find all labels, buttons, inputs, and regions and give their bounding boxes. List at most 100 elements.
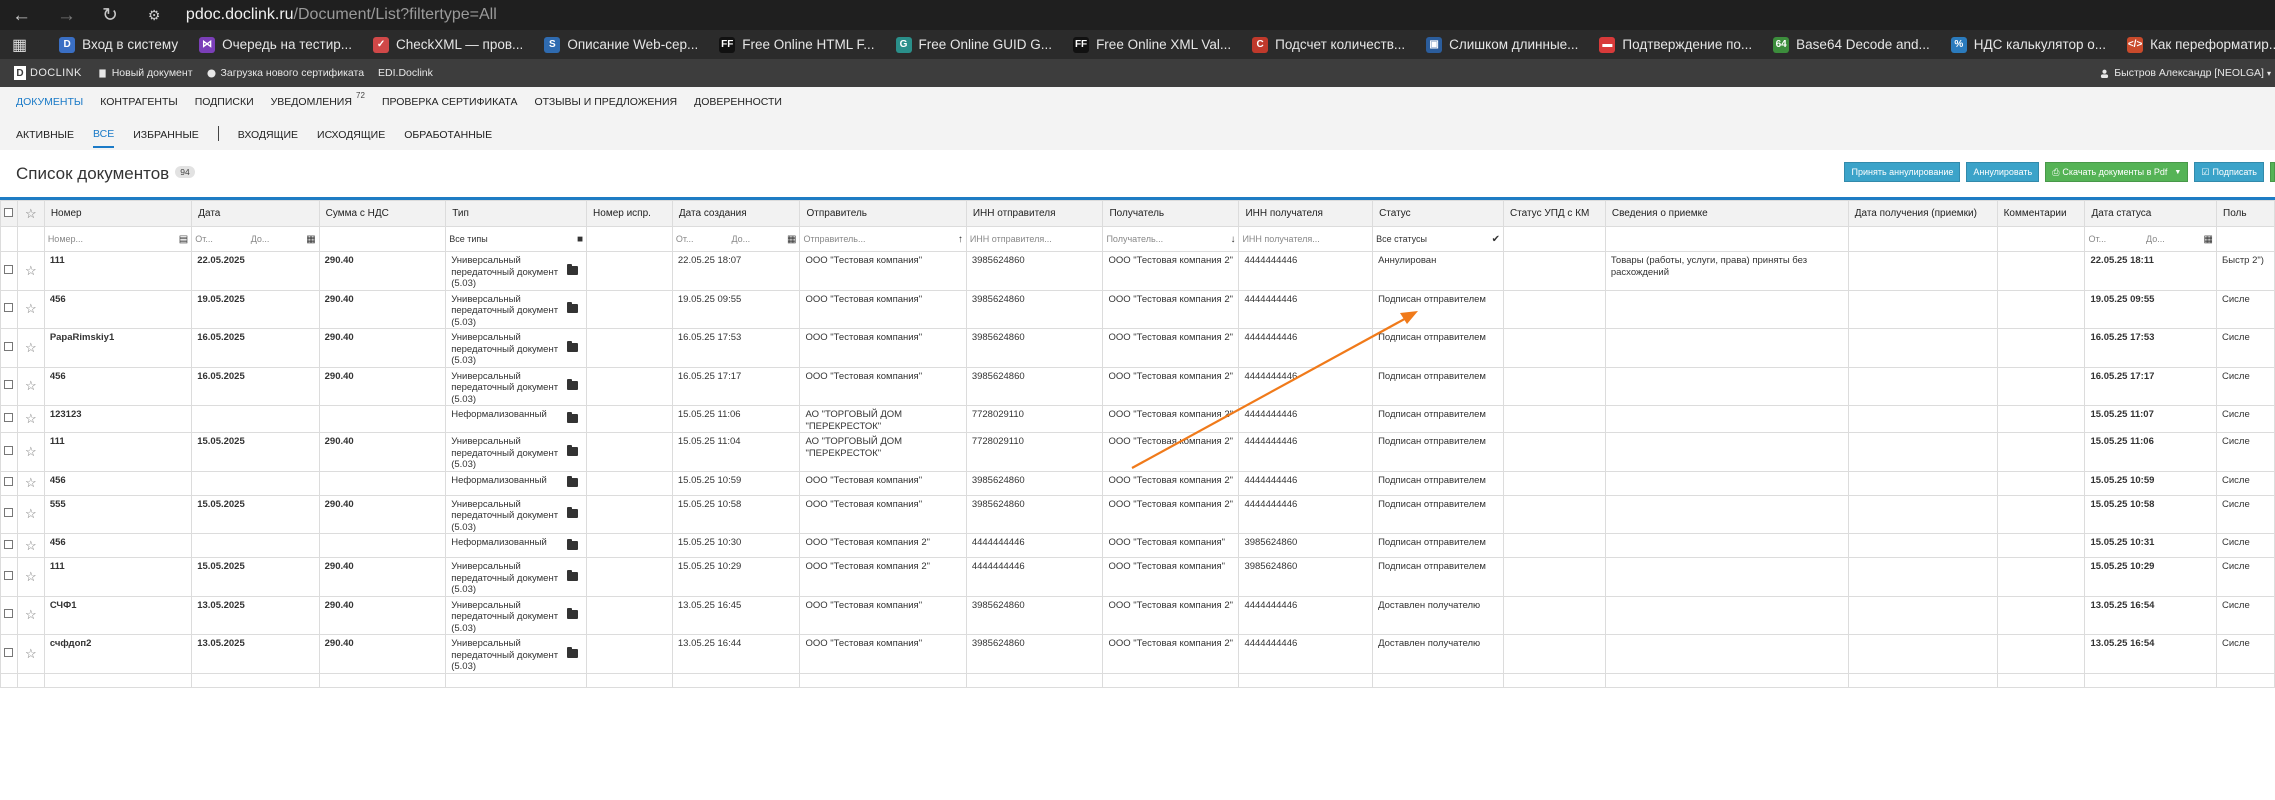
- new-document-link[interactable]: Новый документ: [98, 67, 193, 79]
- bookmark-item[interactable]: </> Как переформатир...: [2127, 36, 2275, 53]
- nav-powers-of-attorney[interactable]: ДОВЕРЕННОСТИ: [694, 96, 782, 108]
- select-all-checkbox[interactable]: [0, 200, 18, 227]
- folder-icon[interactable]: ■: [577, 234, 583, 245]
- nav-documents[interactable]: ДОКУМЕНТЫ: [16, 96, 83, 108]
- row-checkbox[interactable]: [0, 289, 18, 329]
- col-user[interactable]: Поль: [2216, 200, 2275, 227]
- favorite-star-icon[interactable]: ☆: [16, 595, 45, 635]
- favorite-star-icon[interactable]: ☆: [16, 470, 45, 496]
- number-filter-input[interactable]: Номер...: [48, 234, 175, 244]
- reload-icon[interactable]: ↻: [102, 6, 118, 25]
- row-checkbox[interactable]: [0, 470, 18, 496]
- favorite-star-icon[interactable]: ☆: [16, 533, 45, 558]
- col-number[interactable]: Номер: [43, 200, 193, 227]
- checkmark-icon[interactable]: ✔: [1492, 234, 1500, 245]
- favorite-star-icon[interactable]: ☆: [16, 405, 45, 433]
- bookmark-item[interactable]: 64 Base64 Decode and...: [1773, 36, 1930, 53]
- user-menu[interactable]: Быстров Александр [NEOLGA] ▾: [2100, 67, 2275, 79]
- folder-icon[interactable]: [567, 646, 579, 658]
- col-correction-number[interactable]: Номер испр.: [586, 200, 673, 227]
- table-row[interactable]: ☆ 111 22.05.2025 290.40 Универсальный переда…: [0, 251, 2275, 291]
- col-comments[interactable]: Комментарии: [1996, 200, 2086, 227]
- bookmark-item[interactable]: FF Free Online HTML F...: [719, 36, 875, 53]
- folder-icon[interactable]: [567, 379, 579, 391]
- favorite-star-icon[interactable]: ☆: [16, 200, 45, 227]
- table-row[interactable]: ☆ 123123 Неформализованный 15.05.25 11:06 АО…: [0, 405, 2275, 433]
- table-row[interactable]: ☆ 111 15.05.2025 290.40 Универсальный переда…: [0, 432, 2275, 472]
- sender-filter-input[interactable]: Отправитель...: [803, 234, 953, 244]
- col-status-date[interactable]: Дата статуса: [2084, 200, 2217, 227]
- nav-notifications[interactable]: УВЕДОМЛЕНИЯ 72: [271, 91, 365, 108]
- favorite-star-icon[interactable]: ☆: [16, 289, 45, 329]
- row-checkbox[interactable]: [0, 432, 18, 472]
- date-filter[interactable]: От... До... ▦: [191, 226, 320, 252]
- bookmark-item[interactable]: C Подсчет количеств...: [1252, 36, 1405, 53]
- table-row[interactable]: ☆ 555 15.05.2025 290.40 Универсальный переда…: [0, 494, 2275, 534]
- back-icon[interactable]: ←: [12, 6, 31, 25]
- row-checkbox[interactable]: [0, 595, 18, 635]
- folder-icon[interactable]: [567, 476, 579, 487]
- nav-subscriptions[interactable]: ПОДПИСКИ: [195, 96, 254, 108]
- favorite-star-icon[interactable]: ☆: [16, 366, 45, 406]
- folder-icon[interactable]: [567, 608, 579, 620]
- col-status[interactable]: Статус: [1372, 200, 1504, 227]
- calendar-icon[interactable]: ▦: [787, 234, 796, 245]
- bookmark-item[interactable]: ✓ CheckXML — пров...: [373, 36, 523, 53]
- sort-up-icon[interactable]: ↑: [958, 234, 963, 245]
- site-info-icon[interactable]: ⚙: [148, 7, 164, 23]
- status-date-to-input[interactable]: До...: [2146, 234, 2200, 244]
- col-acceptance[interactable]: Сведения о приемке: [1604, 200, 1849, 227]
- status-filter-select[interactable]: Все статусы: [1376, 234, 1488, 244]
- created-filter[interactable]: От... До... ▦: [671, 226, 801, 252]
- status-date-from-input[interactable]: От...: [2088, 234, 2142, 244]
- favorite-star-icon[interactable]: [16, 672, 45, 688]
- row-checkbox[interactable]: [0, 672, 18, 688]
- favorite-star-icon[interactable]: ☆: [16, 251, 45, 291]
- bookmark-item[interactable]: G Free Online GUID G...: [895, 36, 1052, 53]
- folder-icon[interactable]: [567, 444, 579, 456]
- row-checkbox[interactable]: [0, 494, 18, 534]
- row-checkbox[interactable]: [0, 533, 18, 558]
- created-from-input[interactable]: От...: [676, 234, 728, 244]
- table-row[interactable]: ☆ 456 Неформализованный 15.05.25 10:30 ООО "…: [0, 533, 2275, 558]
- table-row[interactable]: ☆ 456 19.05.2025 290.40 Универсальный переда…: [0, 289, 2275, 329]
- row-checkbox[interactable]: [0, 557, 18, 597]
- number-filter[interactable]: Номер... ▤: [43, 226, 193, 252]
- sender-filter[interactable]: Отправитель... ↑: [799, 226, 967, 252]
- sender-inn-filter-input[interactable]: ИНН отправителя...: [970, 234, 1100, 244]
- row-checkbox[interactable]: [0, 328, 18, 368]
- download-pdf-button[interactable]: ⎙ Скачать документы в Pdf ▼: [2045, 162, 2189, 182]
- apps-grid-icon[interactable]: ▦: [12, 35, 27, 55]
- col-recipient-inn[interactable]: ИНН получателя: [1238, 200, 1374, 227]
- folder-icon[interactable]: [567, 569, 579, 581]
- status-date-filter[interactable]: От... До... ▦: [2084, 226, 2217, 252]
- bookmark-item[interactable]: S Описание Web-сер...: [544, 36, 698, 53]
- favorite-star-icon[interactable]: ☆: [16, 494, 45, 534]
- nav-cert-check[interactable]: ПРОВЕРКА СЕРТИФИКАТА: [382, 96, 518, 108]
- calendar-icon[interactable]: ▦: [306, 234, 315, 245]
- folder-icon[interactable]: [567, 263, 579, 275]
- row-checkbox[interactable]: [0, 405, 18, 433]
- favorite-star-icon[interactable]: ☆: [16, 432, 45, 472]
- bookmark-item[interactable]: ⋈ Очередь на тестир...: [199, 36, 352, 53]
- table-row[interactable]: ☆ 456 16.05.2025 290.40 Универсальный переда…: [0, 366, 2275, 406]
- table-row[interactable]: ☆ PapaRimskiy1 16.05.2025 290.40 Универсальн…: [0, 328, 2275, 368]
- row-checkbox[interactable]: [0, 634, 18, 674]
- folder-icon[interactable]: [567, 340, 579, 352]
- col-acceptance-date[interactable]: Дата получения (приемки): [1847, 200, 1998, 227]
- cancel-document-button[interactable]: Аннулировать: [1966, 162, 2040, 182]
- address-bar[interactable]: ⚙ pdoc.doclink.ru/Document/List?filterty…: [148, 6, 497, 24]
- edi-link[interactable]: EDI.Doclink: [378, 67, 433, 79]
- calendar-icon[interactable]: ▦: [2204, 234, 2213, 245]
- bookmark-item[interactable]: ▬ Подтверждение по...: [1599, 36, 1752, 53]
- bookmark-item[interactable]: FF Free Online XML Val...: [1073, 36, 1231, 53]
- folder-icon[interactable]: [567, 538, 579, 550]
- folder-icon[interactable]: [567, 412, 579, 423]
- forward-icon[interactable]: →: [57, 6, 76, 25]
- recipient-inn-filter[interactable]: ИНН получателя...: [1238, 226, 1374, 252]
- accept-cancellation-button[interactable]: Принять аннулирование: [1844, 162, 1961, 182]
- col-sender[interactable]: Отправитель: [799, 200, 967, 227]
- col-created[interactable]: Дата создания: [671, 200, 801, 227]
- row-checkbox[interactable]: [0, 251, 18, 291]
- tab-processed[interactable]: ОБРАБОТАННЫЕ: [404, 121, 492, 147]
